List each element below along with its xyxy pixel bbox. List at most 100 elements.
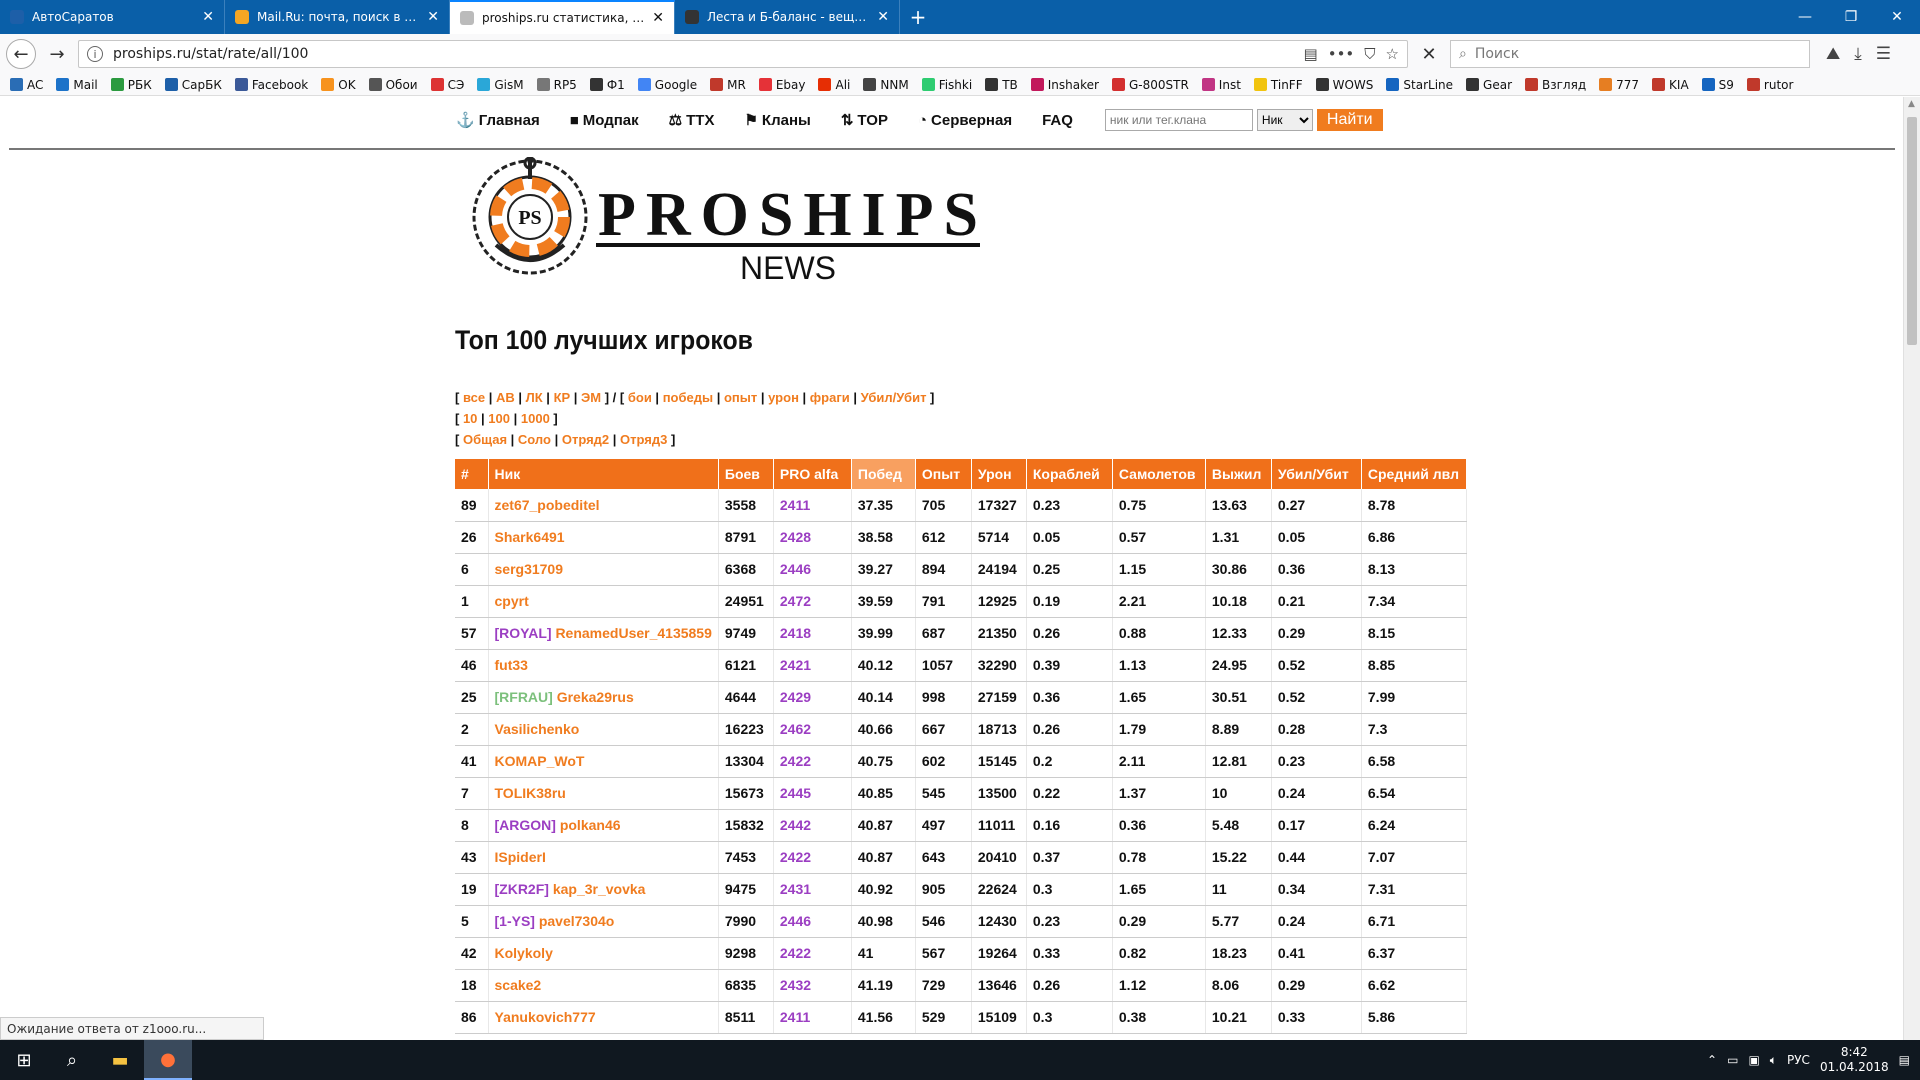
- bookmark-item[interactable]: Mail: [56, 78, 98, 92]
- filter-link[interactable]: все: [463, 390, 485, 405]
- bookmark-item[interactable]: Gear: [1466, 78, 1512, 92]
- player-nick-link[interactable]: Shark6491: [495, 529, 565, 545]
- language-indicator[interactable]: РУС: [1787, 1053, 1810, 1067]
- player-cell[interactable]: KOMAP_WoT: [488, 745, 719, 778]
- player-cell[interactable]: Yanukovich777: [488, 1001, 719, 1034]
- column-header[interactable]: Самолетов: [1112, 459, 1206, 489]
- bookmark-item[interactable]: Inshaker: [1030, 78, 1099, 92]
- network-icon[interactable]: ▣: [1748, 1053, 1759, 1067]
- filter-link[interactable]: КР: [554, 390, 571, 405]
- close-tab-icon[interactable]: ✕: [652, 10, 664, 26]
- player-cell[interactable]: Shark6491: [488, 521, 719, 554]
- filter-link[interactable]: опыт: [724, 390, 757, 405]
- bookmark-item[interactable]: WOWS: [1315, 78, 1373, 92]
- stop-loading-button[interactable]: ✕: [1414, 39, 1444, 69]
- player-nick-link[interactable]: Kolykoly: [495, 945, 553, 961]
- bookmark-item[interactable]: Fishki: [921, 78, 972, 92]
- bookmark-item[interactable]: Взгляд: [1525, 78, 1586, 92]
- filter-link[interactable]: Соло: [518, 432, 551, 447]
- column-header[interactable]: Ник: [488, 459, 719, 489]
- browser-tab[interactable]: proships.ru статистика, олене ✕: [450, 0, 675, 34]
- filter-link[interactable]: ЭМ: [581, 390, 601, 405]
- column-header[interactable]: Урон: [971, 459, 1027, 489]
- player-cell[interactable]: [ARGON] polkan46: [488, 809, 719, 842]
- bookmark-item[interactable]: rutor: [1746, 78, 1793, 92]
- volume-icon[interactable]: 🔈︎: [1770, 1053, 1777, 1068]
- search-type-select[interactable]: Ник: [1256, 109, 1313, 131]
- player-nick-link[interactable]: Vasilichenko: [495, 721, 580, 737]
- scrollbar-thumb[interactable]: [1907, 117, 1917, 345]
- close-tab-icon[interactable]: ✕: [202, 9, 214, 25]
- bookmark-item[interactable]: Facebook: [234, 78, 308, 92]
- column-header[interactable]: #: [455, 459, 489, 489]
- search-submit-button[interactable]: Найти: [1316, 109, 1383, 131]
- nav-clans[interactable]: ⚑ Кланы: [744, 111, 810, 130]
- notifications-icon[interactable]: ▤: [1899, 1053, 1910, 1067]
- filter-link[interactable]: Отряд3: [620, 432, 667, 447]
- bookmark-item[interactable]: KIA: [1652, 78, 1689, 92]
- column-header[interactable]: Выжил: [1205, 459, 1272, 489]
- player-nick-link[interactable]: Yanukovich777: [495, 1009, 596, 1025]
- url-text[interactable]: proships.ru/stat/rate/all/100: [113, 46, 1294, 62]
- bookmark-item[interactable]: NNM: [863, 78, 909, 92]
- column-header[interactable]: Опыт: [915, 459, 972, 489]
- nav-top[interactable]: ⇅ TOP: [841, 111, 888, 130]
- filter-link[interactable]: 1000: [521, 411, 550, 426]
- chevron-up-icon[interactable]: ⌃: [1707, 1053, 1717, 1067]
- bookmark-item[interactable]: StarLine: [1386, 78, 1453, 92]
- bookmark-item[interactable]: G-800STR: [1111, 78, 1189, 92]
- start-button[interactable]: ⊞: [0, 1040, 48, 1080]
- bookmark-item[interactable]: Inst: [1201, 78, 1241, 92]
- player-cell[interactable]: TOLIK38ru: [488, 777, 719, 810]
- bookmark-item[interactable]: Обои: [368, 78, 418, 92]
- player-nick-link[interactable]: serg31709: [495, 561, 564, 577]
- filter-link[interactable]: победы: [663, 390, 713, 405]
- filter-link[interactable]: 100: [488, 411, 510, 426]
- bookmark-item[interactable]: MR: [710, 78, 746, 92]
- clan-tag-link[interactable]: [ARGON]: [495, 817, 556, 833]
- address-bar[interactable]: i proships.ru/stat/rate/all/100 ▤ ••• ⛉ …: [78, 40, 1408, 68]
- player-cell[interactable]: [ROYAL] RenamedUser_4135859: [488, 617, 719, 650]
- bookmark-item[interactable]: TB: [985, 78, 1018, 92]
- player-nick-link[interactable]: pavel7304o: [539, 913, 615, 929]
- column-header[interactable]: Кораблей: [1026, 459, 1113, 489]
- bookmark-item[interactable]: Ф1: [589, 78, 625, 92]
- player-cell[interactable]: [ZKR2F] kap_3r_vovka: [488, 873, 719, 906]
- player-cell[interactable]: scake2: [488, 969, 719, 1002]
- filter-link[interactable]: ЛК: [526, 390, 543, 405]
- clan-tag-link[interactable]: [RFRAU]: [495, 689, 553, 705]
- taskbar-explorer[interactable]: ▬: [96, 1040, 144, 1080]
- player-nick-link[interactable]: kap_3r_vovka: [553, 881, 646, 897]
- player-cell[interactable]: serg31709: [488, 553, 719, 586]
- player-cell[interactable]: cpyrt: [488, 585, 719, 618]
- bookmark-item[interactable]: Ebay: [758, 78, 805, 92]
- bookmark-star-icon[interactable]: ☆: [1386, 45, 1399, 63]
- bookmark-item[interactable]: TinFF: [1253, 78, 1303, 92]
- bookmark-item[interactable]: GisM: [477, 78, 524, 92]
- forward-button[interactable]: →: [42, 39, 72, 69]
- player-cell[interactable]: Vasilichenko: [488, 713, 719, 746]
- filter-link[interactable]: бои: [628, 390, 652, 405]
- pocket-icon[interactable]: ⛉: [1364, 45, 1375, 63]
- nav-server[interactable]: ◔ Серверная: [918, 112, 1012, 129]
- bookmark-item[interactable]: СЭ: [430, 78, 464, 92]
- player-nick-link[interactable]: ISpiderI: [495, 849, 546, 865]
- taskbar-firefox[interactable]: ●: [144, 1040, 192, 1080]
- clan-tag-link[interactable]: [1-YS]: [495, 913, 535, 929]
- column-header[interactable]: PRO alfa: [773, 459, 852, 489]
- reader-view-icon[interactable]: ▤: [1304, 45, 1318, 63]
- taskbar-search-button[interactable]: ⌕: [48, 1040, 96, 1080]
- bookmark-item[interactable]: 777: [1599, 78, 1639, 92]
- clan-tag-link[interactable]: [ROYAL]: [495, 625, 552, 641]
- proships-logo[interactable]: PS PROSHIPS NEWS: [468, 157, 988, 287]
- filter-link[interactable]: Общая: [463, 432, 507, 447]
- site-search-input[interactable]: [1104, 109, 1253, 131]
- player-nick-link[interactable]: RenamedUser_4135859: [555, 625, 711, 641]
- clan-tag-link[interactable]: [ZKR2F]: [495, 881, 549, 897]
- filter-link[interactable]: фраги: [810, 390, 850, 405]
- nav-modpack[interactable]: ■ Модпак: [570, 112, 639, 129]
- filter-link[interactable]: Отряд2: [562, 432, 609, 447]
- new-tab-button[interactable]: +: [900, 0, 936, 34]
- browser-tab[interactable]: АвтоСаратов ✕: [0, 0, 225, 34]
- downloads-icon[interactable]: ⤓: [1854, 44, 1862, 64]
